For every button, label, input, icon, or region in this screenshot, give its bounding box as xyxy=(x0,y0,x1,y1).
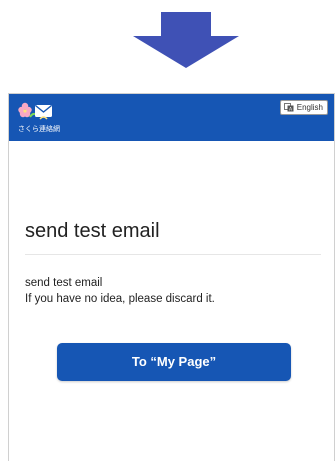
flower-envelope-icon xyxy=(18,102,52,120)
message-text: send test email If you have no idea, ple… xyxy=(25,275,215,307)
my-page-button[interactable]: To “My Page” xyxy=(57,343,291,381)
language-icon: A xyxy=(283,103,294,112)
message-line-2: If you have no idea, please discard it. xyxy=(25,293,215,305)
message-line-1: send test email xyxy=(25,277,103,289)
app-header: さくら連絡網 A English xyxy=(9,94,334,141)
phone-screen: さくら連絡網 A English send test email send te… xyxy=(8,93,335,461)
language-button-label: English xyxy=(296,103,323,112)
page-title: send test email xyxy=(25,220,160,242)
language-button[interactable]: A English xyxy=(279,100,328,115)
screenshot: さくら連絡網 A English send test email send te… xyxy=(0,0,335,461)
logo-text: さくら連絡網 xyxy=(18,126,60,133)
app-logo[interactable]: さくら連絡網 xyxy=(18,100,62,136)
down-arrow-icon xyxy=(133,12,239,68)
title-divider xyxy=(25,254,321,255)
